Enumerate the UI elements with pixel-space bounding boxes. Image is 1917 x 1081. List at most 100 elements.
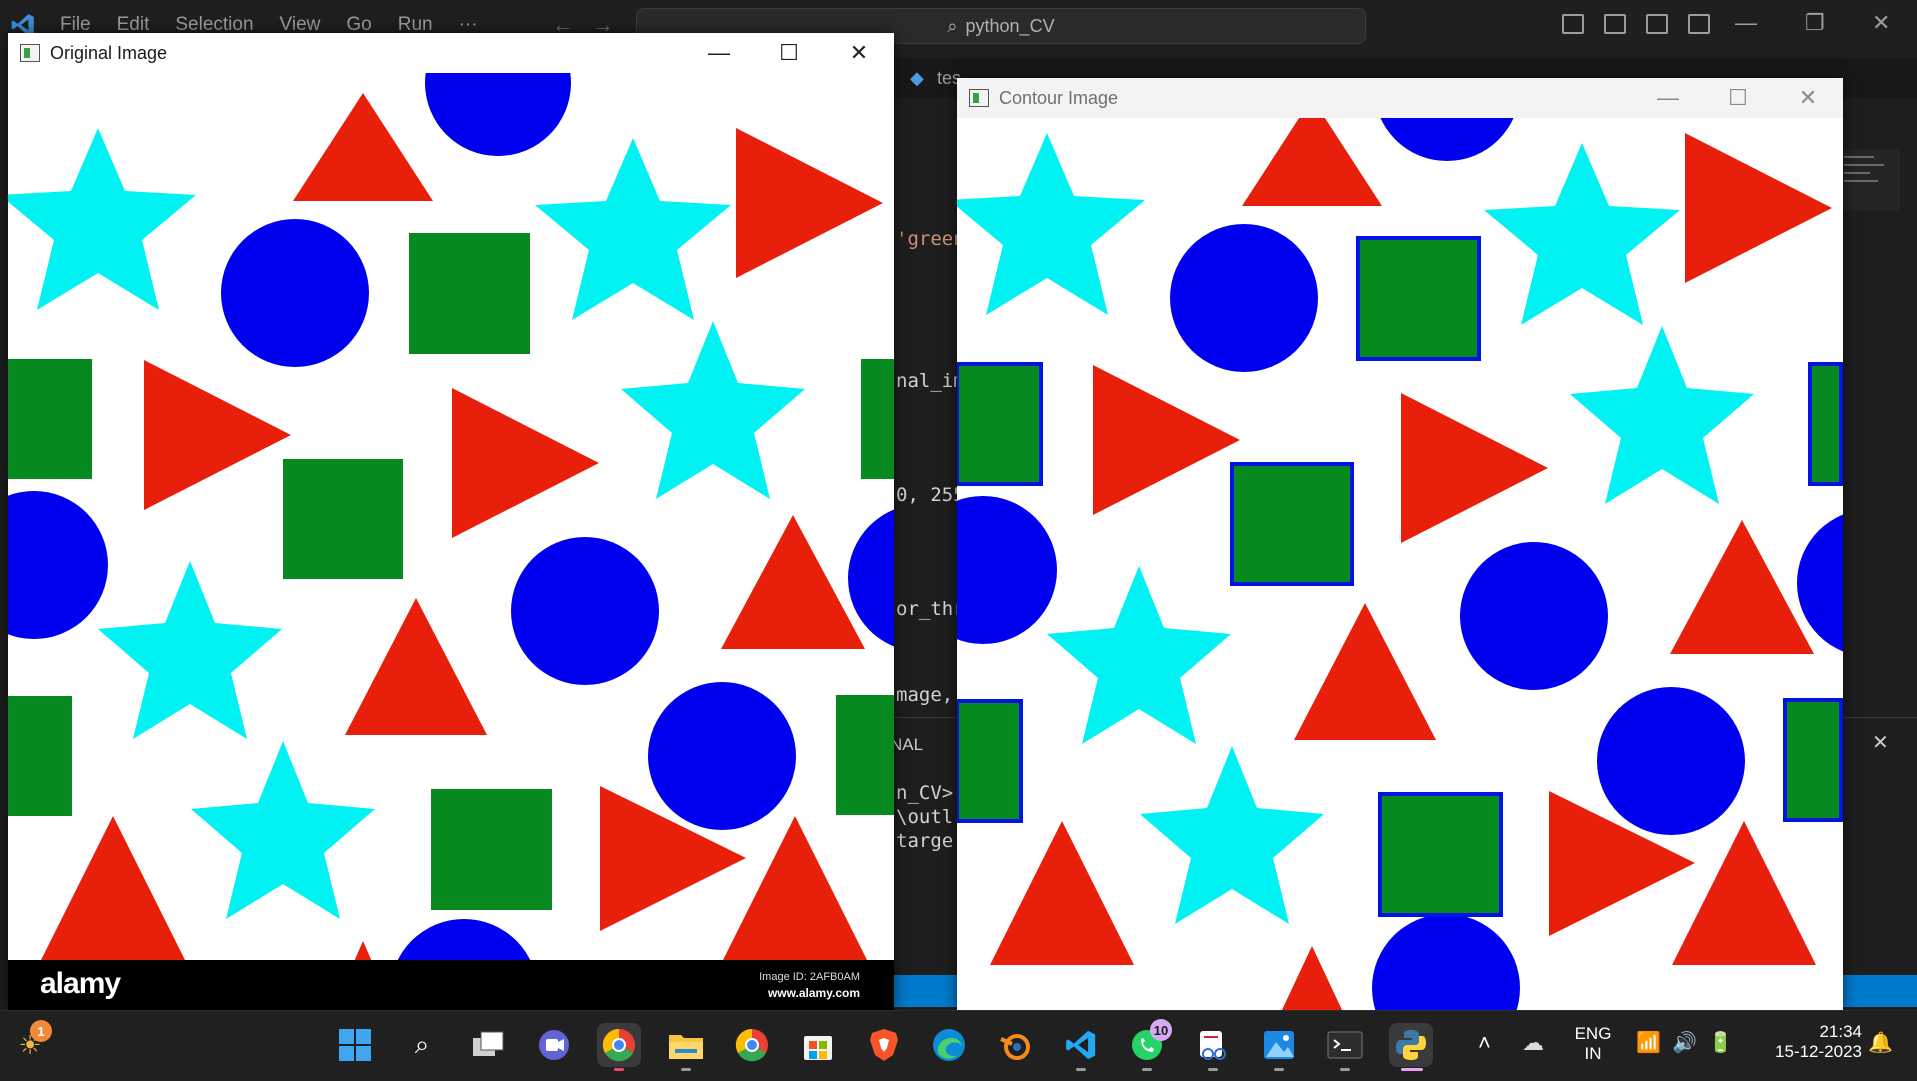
green-square xyxy=(431,789,552,910)
chrome-profile-icon[interactable] xyxy=(730,1023,774,1067)
contour-image-window: Contour Image — ☐ ✕ xyxy=(957,78,1843,1010)
original-window-titlebar[interactable]: Original Image — ☐ ✕ xyxy=(8,33,894,73)
whatsapp-running-dot xyxy=(1142,1068,1152,1071)
green-square xyxy=(8,359,92,479)
blue-circle xyxy=(648,682,796,830)
original-image-window: Original Image — ☐ ✕ alamy Image ID: 2AF… xyxy=(8,33,894,1010)
onedrive-icon[interactable]: ☁ xyxy=(1522,1030,1544,1056)
alamy-watermark-logo: alamy xyxy=(40,967,121,1000)
clock-time: 21:34 xyxy=(1819,1022,1862,1041)
contour-shapes-image xyxy=(957,118,1843,1010)
original-window-title: Original Image xyxy=(50,42,168,63)
layout-controls xyxy=(1562,14,1710,34)
contour-maximize-icon[interactable]: ☐ xyxy=(1703,78,1773,118)
photos-running-dot xyxy=(1274,1068,1284,1071)
code-fragment-image-arg: mage, xyxy=(896,684,954,706)
green-square-contour xyxy=(1808,362,1843,486)
panel-close-icon[interactable]: ✕ xyxy=(1872,730,1889,755)
start-icon[interactable] xyxy=(333,1023,377,1067)
contour-image-canvas xyxy=(957,118,1843,1010)
green-square xyxy=(409,233,530,354)
search-text: python_CV xyxy=(965,15,1055,36)
terminal-prompt: n_CV> xyxy=(896,782,954,804)
contour-close-icon[interactable]: ✕ xyxy=(1773,78,1843,118)
vscode-close-icon[interactable]: ✕ xyxy=(1872,10,1890,36)
code-fragment-color: 0, 255 xyxy=(896,484,965,506)
whatsapp-badge: 10 xyxy=(1150,1019,1172,1041)
chrome-active-dot xyxy=(614,1068,624,1071)
toggle-secondary-sidebar-icon[interactable] xyxy=(1646,14,1668,34)
search-icon: ⌕ xyxy=(947,15,958,36)
original-minimize-icon[interactable]: — xyxy=(684,33,754,73)
green-square xyxy=(8,696,72,816)
battery-icon[interactable]: 🔋 xyxy=(1708,1030,1733,1055)
watermark-bar xyxy=(8,960,894,1010)
photos-icon[interactable] xyxy=(1257,1023,1301,1067)
opencv-window-icon xyxy=(969,89,989,107)
blue-circle xyxy=(1597,687,1745,835)
file-explorer-icon[interactable] xyxy=(664,1023,708,1067)
contour-window-title: Contour Image xyxy=(999,87,1119,108)
task-view-icon[interactable] xyxy=(466,1023,510,1067)
original-close-icon[interactable]: ✕ xyxy=(824,33,894,73)
green-square-contour xyxy=(1783,698,1843,822)
show-hidden-icons-icon[interactable]: ˄ xyxy=(1478,1030,1491,1056)
terminal-tab[interactable]: NAL xyxy=(890,735,923,755)
toggle-panel-icon[interactable] xyxy=(1604,14,1626,34)
opencv-window-icon xyxy=(20,44,40,62)
python-icon[interactable] xyxy=(1389,1023,1433,1067)
vscode-taskbar-icon[interactable] xyxy=(1059,1023,1103,1067)
original-maximize-icon[interactable]: ☐ xyxy=(754,33,824,73)
blue-circle xyxy=(221,219,369,367)
original-shapes-image xyxy=(8,73,894,1010)
language-indicator[interactable]: ENG IN xyxy=(1572,1024,1614,1064)
vscode-restore-icon[interactable]: ❐ xyxy=(1805,10,1825,36)
contour-minimize-icon[interactable]: — xyxy=(1633,78,1703,118)
language-code: ENG xyxy=(1574,1024,1612,1043)
vscode-minimize-icon[interactable]: — xyxy=(1735,10,1757,36)
brave-icon[interactable] xyxy=(862,1023,906,1067)
code-fragment-image: nal_im xyxy=(896,370,965,392)
terminal-icon[interactable] xyxy=(1323,1023,1367,1067)
notification-bell-icon[interactable]: 🔔 xyxy=(1868,1030,1893,1055)
terminal-output-path: \outl xyxy=(896,806,954,828)
microsoft-store-icon[interactable] xyxy=(796,1023,840,1067)
blender-icon[interactable] xyxy=(993,1023,1037,1067)
green-square xyxy=(861,359,894,479)
snipping-running-dot xyxy=(1208,1068,1218,1071)
snipping-tool-icon[interactable] xyxy=(1191,1023,1235,1067)
explorer-running-dot xyxy=(681,1068,691,1071)
watermark-image-id: Image ID: 2AFB0AM xyxy=(759,971,860,983)
blue-circle xyxy=(1170,224,1318,372)
minimap[interactable] xyxy=(1840,150,1900,210)
weather-badge: 1 xyxy=(30,1020,52,1042)
clock[interactable]: 21:34 15-12-2023 xyxy=(1752,1022,1862,1062)
python-file-icon: ◆ xyxy=(910,68,924,88)
volume-icon[interactable]: 🔊 xyxy=(1672,1030,1697,1055)
customize-layout-icon[interactable] xyxy=(1688,14,1710,34)
teams-meet-icon[interactable] xyxy=(532,1023,576,1067)
green-square xyxy=(836,695,894,815)
watermark-url: www.alamy.com xyxy=(767,986,860,1000)
green-square-contour xyxy=(1230,462,1354,586)
search-taskbar-icon[interactable]: ⌕ xyxy=(400,1023,444,1067)
region-code: IN xyxy=(1584,1044,1602,1063)
green-square xyxy=(283,459,403,579)
vscode-running-dot xyxy=(1076,1068,1086,1071)
chrome-icon[interactable] xyxy=(597,1023,641,1067)
code-fragment-green: 'green xyxy=(896,228,965,250)
blue-circle xyxy=(511,537,659,685)
terminal-running-dot xyxy=(1340,1068,1350,1071)
toggle-sidebar-icon[interactable] xyxy=(1562,14,1584,34)
wifi-icon[interactable]: 📶 xyxy=(1636,1030,1661,1055)
contour-window-titlebar[interactable]: Contour Image — ☐ ✕ xyxy=(957,78,1843,118)
terminal-output-target: targe xyxy=(896,830,954,852)
green-square-contour xyxy=(957,699,1023,823)
clock-date: 15-12-2023 xyxy=(1775,1042,1862,1061)
original-image-canvas: alamy Image ID: 2AFB0AM www.alamy.com xyxy=(8,73,894,1010)
blue-circle xyxy=(1460,542,1608,690)
code-fragment-threshold: or_thr xyxy=(896,598,965,620)
green-square-contour xyxy=(1356,236,1481,361)
green-square-contour xyxy=(1378,792,1503,917)
edge-icon[interactable] xyxy=(927,1023,971,1067)
